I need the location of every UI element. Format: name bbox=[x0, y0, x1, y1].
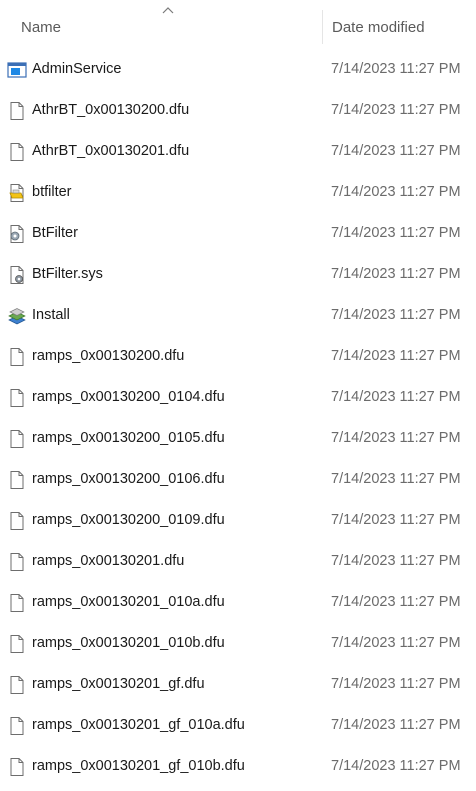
file-row[interactable]: AdminService 7/14/2023 11:27 PM bbox=[0, 49, 476, 90]
blank-file-icon bbox=[7, 470, 27, 490]
file-date-modified: 7/14/2023 11:27 PM bbox=[331, 143, 461, 159]
application-window-icon bbox=[7, 60, 27, 80]
file-date-modified: 7/14/2023 11:27 PM bbox=[331, 61, 461, 77]
file-name: BtFilter bbox=[32, 225, 78, 241]
file-row[interactable]: ramps_0x00130201.dfu 7/14/2023 11:27 PM bbox=[0, 541, 476, 582]
file-date-modified: 7/14/2023 11:27 PM bbox=[331, 389, 461, 405]
file-date-modified: 7/14/2023 11:27 PM bbox=[331, 102, 461, 118]
file-name: ramps_0x00130200_0109.dfu bbox=[32, 512, 225, 528]
file-row[interactable]: BtFilter.sys 7/14/2023 11:27 PM bbox=[0, 254, 476, 295]
file-date-modified: 7/14/2023 11:27 PM bbox=[331, 717, 461, 733]
file-date-modified: 7/14/2023 11:27 PM bbox=[331, 307, 461, 323]
file-name: ramps_0x00130201_010a.dfu bbox=[32, 594, 225, 610]
file-date-modified: 7/14/2023 11:27 PM bbox=[331, 430, 461, 446]
system-file-icon bbox=[7, 265, 27, 285]
file-date-modified: 7/14/2023 11:27 PM bbox=[331, 225, 461, 241]
column-header-bar: Name Date modified bbox=[0, 0, 476, 55]
file-name: ramps_0x00130201_gf.dfu bbox=[32, 676, 205, 692]
file-name: AthrBT_0x00130200.dfu bbox=[32, 102, 190, 118]
file-date-modified: 7/14/2023 11:27 PM bbox=[331, 471, 461, 487]
file-row[interactable]: AthrBT_0x00130201.dfu 7/14/2023 11:27 PM bbox=[0, 131, 476, 172]
file-name: ramps_0x00130201_gf_010b.dfu bbox=[32, 758, 245, 774]
file-row[interactable]: BtFilter 7/14/2023 11:27 PM bbox=[0, 213, 476, 254]
file-name: btfilter bbox=[32, 184, 72, 200]
file-row[interactable]: btfilter 7/14/2023 11:27 PM bbox=[0, 172, 476, 213]
blank-file-icon bbox=[7, 757, 27, 777]
file-list: AdminService 7/14/2023 11:27 PM AthrBT_0x0… bbox=[0, 49, 476, 787]
name-column-label: Name bbox=[21, 19, 62, 36]
file-name: ramps_0x00130200_0106.dfu bbox=[32, 471, 225, 487]
file-row[interactable]: ramps_0x00130201_010b.dfu 7/14/2023 11:27… bbox=[0, 623, 476, 664]
file-name: Install bbox=[32, 307, 70, 323]
catalog-file-icon bbox=[7, 224, 27, 244]
file-row[interactable]: ramps_0x00130200_0109.dfu 7/14/2023 11:27… bbox=[0, 500, 476, 541]
file-name: ramps_0x00130200_0104.dfu bbox=[32, 389, 225, 405]
setup-information-file-icon bbox=[7, 183, 27, 203]
file-date-modified: 7/14/2023 11:27 PM bbox=[331, 266, 461, 282]
file-row[interactable]: ramps_0x00130200.dfu 7/14/2023 11:27 PM bbox=[0, 336, 476, 377]
file-name: ramps_0x00130200_0105.dfu bbox=[32, 430, 225, 446]
blank-file-icon bbox=[7, 347, 27, 367]
file-name: ramps_0x00130200.dfu bbox=[32, 348, 185, 364]
installer-icon bbox=[7, 306, 27, 326]
file-date-modified: 7/14/2023 11:27 PM bbox=[331, 512, 461, 528]
blank-file-icon bbox=[7, 511, 27, 531]
file-row[interactable]: ramps_0x00130201_gf_010b.dfu 7/14/2023 11… bbox=[0, 746, 476, 787]
file-row[interactable]: ramps_0x00130200_0105.dfu 7/14/2023 11:27… bbox=[0, 418, 476, 459]
blank-file-icon bbox=[7, 552, 27, 572]
blank-file-icon bbox=[7, 101, 27, 121]
file-row[interactable]: AthrBT_0x00130200.dfu 7/14/2023 11:27 PM bbox=[0, 90, 476, 131]
file-row[interactable]: ramps_0x00130201_gf.dfu 7/14/2023 11:27 P… bbox=[0, 664, 476, 705]
sort-ascending-icon bbox=[162, 7, 174, 14]
file-name: ramps_0x00130201.dfu bbox=[32, 553, 185, 569]
file-row[interactable]: ramps_0x00130201_010a.dfu 7/14/2023 11:27… bbox=[0, 582, 476, 623]
date-modified-column-header[interactable]: Date modified bbox=[323, 0, 476, 55]
file-date-modified: 7/14/2023 11:27 PM bbox=[331, 553, 461, 569]
file-date-modified: 7/14/2023 11:27 PM bbox=[331, 676, 461, 692]
blank-file-icon bbox=[7, 142, 27, 162]
blank-file-icon bbox=[7, 593, 27, 613]
file-name: AthrBT_0x00130201.dfu bbox=[32, 143, 190, 159]
blank-file-icon bbox=[7, 675, 27, 695]
file-name: AdminService bbox=[32, 61, 122, 77]
file-row[interactable]: ramps_0x00130201_gf_010a.dfu 7/14/2023 11… bbox=[0, 705, 476, 746]
file-date-modified: 7/14/2023 11:27 PM bbox=[331, 594, 461, 610]
file-date-modified: 7/14/2023 11:27 PM bbox=[331, 348, 461, 364]
name-column-header[interactable]: Name bbox=[0, 0, 322, 55]
file-date-modified: 7/14/2023 11:27 PM bbox=[331, 635, 461, 651]
file-date-modified: 7/14/2023 11:27 PM bbox=[331, 758, 461, 774]
file-row[interactable]: ramps_0x00130200_0106.dfu 7/14/2023 11:27… bbox=[0, 459, 476, 500]
blank-file-icon bbox=[7, 634, 27, 654]
file-row[interactable]: Install 7/14/2023 11:27 PM bbox=[0, 295, 476, 336]
blank-file-icon bbox=[7, 388, 27, 408]
file-date-modified: 7/14/2023 11:27 PM bbox=[331, 184, 461, 200]
blank-file-icon bbox=[7, 429, 27, 449]
file-row[interactable]: ramps_0x00130200_0104.dfu 7/14/2023 11:27… bbox=[0, 377, 476, 418]
blank-file-icon bbox=[7, 716, 27, 736]
file-name: ramps_0x00130201_gf_010a.dfu bbox=[32, 717, 245, 733]
file-name: BtFilter.sys bbox=[32, 266, 103, 282]
date-modified-column-label: Date modified bbox=[332, 19, 425, 36]
file-name: ramps_0x00130201_010b.dfu bbox=[32, 635, 225, 651]
